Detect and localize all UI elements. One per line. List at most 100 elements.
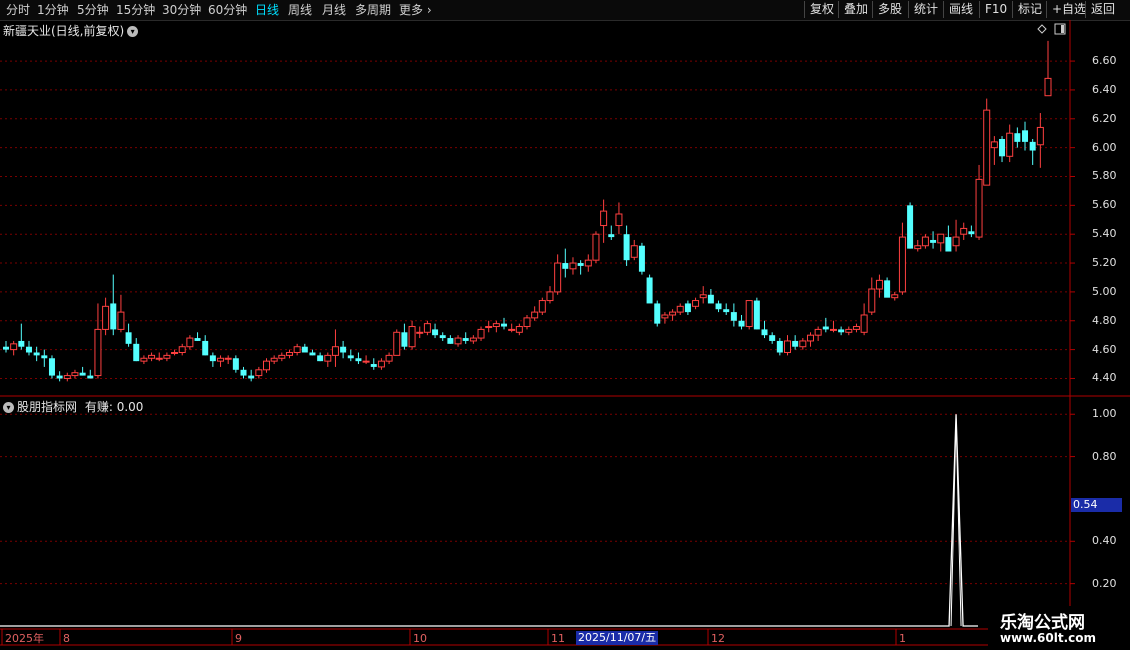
chevron-down-icon[interactable]: ▾: [127, 26, 139, 37]
candle-body-down: [401, 332, 408, 347]
candle-body-up: [615, 213, 623, 227]
candle-body-up: [469, 337, 477, 342]
candle-body-down: [202, 340, 209, 356]
stock-name: 新疆天业(日线,前复权): [3, 24, 125, 38]
indicator-name: 股朋指标网: [17, 400, 78, 414]
candle-body-down: [25, 346, 32, 353]
candle-body-down: [240, 369, 247, 376]
x-tick-label: 9: [235, 632, 242, 645]
candle-body-down: [654, 303, 661, 324]
candle-body-up: [952, 236, 960, 247]
candle-body-down: [968, 231, 975, 235]
candle-body-down: [1014, 133, 1021, 142]
main-grid: [0, 60, 1075, 379]
candle-body-up: [523, 317, 531, 328]
chevron-down-icon[interactable]: ▾: [3, 402, 14, 413]
candle-body-up: [1036, 126, 1044, 146]
candle-body-down: [79, 372, 86, 376]
x-tick-label: 8: [63, 632, 70, 645]
candle-body-up: [416, 331, 424, 334]
candle-body-up: [546, 291, 554, 302]
candle-body-down: [317, 355, 324, 362]
panel-toggle-icon-fill: [1061, 25, 1064, 33]
candle-body-up: [278, 354, 286, 359]
candle-body-down: [776, 340, 783, 353]
candle-body-down: [738, 320, 745, 327]
candle-body-up: [669, 311, 677, 316]
candle-body-up: [699, 294, 707, 299]
candle-body-up: [324, 354, 332, 362]
candle-body-up: [163, 354, 171, 359]
candle-body-up: [102, 305, 110, 330]
candle-body-down: [33, 352, 40, 356]
candle-body-down: [822, 326, 829, 330]
indicator-grid: [0, 413, 1075, 585]
candle-body-down: [792, 340, 799, 347]
candle-body-down: [3, 346, 9, 350]
candle-body-up: [937, 233, 945, 244]
candle-body-down: [370, 364, 377, 367]
candle-body-up: [155, 357, 163, 360]
watermark-url: www.60lt.com: [1000, 631, 1097, 645]
candle-body-up: [63, 375, 71, 379]
indicator-title[interactable]: ▾ 股朋指标网 有赚: 0.00: [3, 398, 143, 415]
candle-body-up: [178, 346, 186, 353]
candle-body-down: [623, 234, 630, 261]
candle-body-up: [676, 305, 684, 313]
candle-body-up: [531, 311, 539, 319]
x-tick-label: 10: [413, 632, 427, 645]
candle-body-up: [661, 314, 669, 319]
candle-body-up: [875, 279, 883, 290]
candle-body-up: [692, 300, 700, 307]
candle-body-down: [309, 352, 316, 356]
candle-body-up: [362, 360, 370, 363]
candle-body-up: [600, 210, 608, 227]
indicator-series: [0, 414, 978, 627]
candle-body-up: [408, 326, 416, 348]
watermark: 乐淘公式网 www.60lt.com: [988, 606, 1130, 650]
candle-body-up: [515, 326, 523, 333]
x-tick-label: 12: [711, 632, 725, 645]
candle-body-up: [898, 236, 906, 293]
candle-body-up: [255, 369, 263, 377]
candle-body-up: [852, 326, 860, 330]
candle-body-down: [945, 237, 952, 252]
candle-body-up: [477, 328, 485, 339]
candle-body-up: [485, 326, 493, 329]
candle-body-down: [753, 300, 760, 330]
candle-body-up: [224, 357, 232, 360]
candle-body-down: [432, 329, 439, 336]
candle-body-up: [71, 372, 79, 377]
candlestick-series: [3, 40, 1052, 382]
candle-body-down: [301, 346, 308, 353]
candle-body-up: [630, 245, 638, 258]
candle-body-down: [133, 343, 140, 362]
candle-body-up: [745, 300, 753, 328]
candle-body-down: [930, 239, 937, 243]
candle-body-up: [171, 351, 179, 354]
watermark-name: 乐淘公式网: [1000, 613, 1085, 633]
candle-body-up: [921, 236, 929, 247]
candle-body-up: [538, 300, 546, 313]
candle-body-up: [10, 343, 18, 351]
candle-body-down: [501, 323, 508, 327]
candle-body-up: [285, 351, 293, 356]
x-tick-label: 2025年: [5, 631, 44, 645]
chart-title[interactable]: 新疆天业(日线,前复权) ▾: [3, 22, 139, 39]
candle-body-down: [41, 355, 48, 359]
candle-body-down: [439, 335, 446, 339]
candle-body-down: [48, 358, 55, 376]
candle-body-up: [94, 328, 102, 377]
candle-body-down: [638, 245, 645, 272]
candle-body-down: [684, 303, 691, 313]
diamond-icon[interactable]: [1037, 24, 1047, 34]
candle-body-down: [194, 338, 201, 341]
candle-body-up: [148, 354, 156, 359]
candle-body-down: [110, 303, 117, 330]
candle-body-up: [784, 340, 791, 353]
candle-body-down: [340, 346, 347, 353]
candle-body-up: [960, 227, 968, 235]
candle-body-up: [117, 311, 125, 330]
candle-body-up: [975, 178, 983, 238]
candle-body-down: [447, 338, 454, 344]
